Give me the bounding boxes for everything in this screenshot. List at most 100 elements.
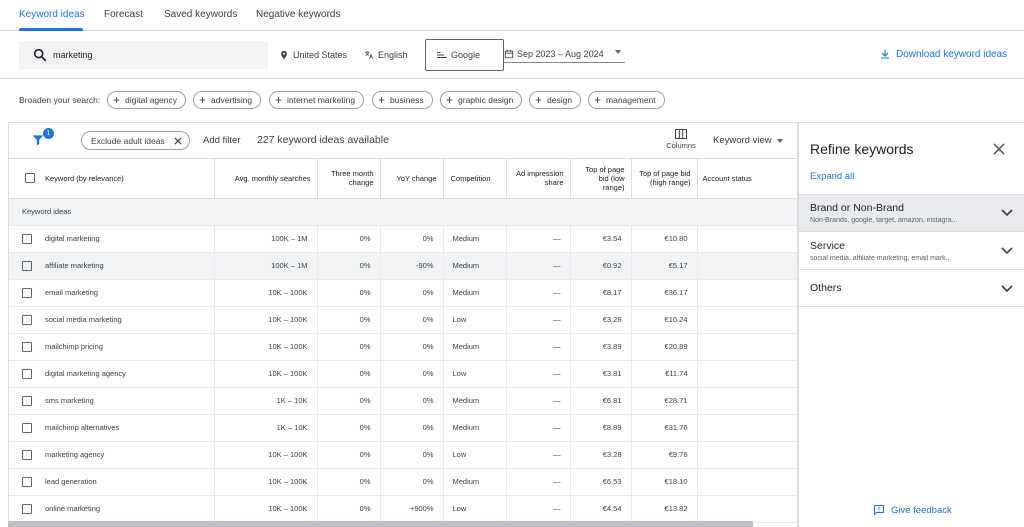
tab-negative-keywords[interactable]: Negative keywords	[256, 9, 340, 20]
row-checkbox-cell[interactable]	[9, 333, 37, 361]
chip-label: design	[547, 95, 573, 105]
chevron-down-icon	[1001, 247, 1013, 255]
header-ad-impression-share[interactable]: Ad impression share	[506, 159, 571, 199]
chevron-down-icon	[776, 138, 783, 143]
bid-low-cell: €6.53	[570, 468, 632, 496]
table-row[interactable]: email marketing 10K – 100K 0% 0% Medium — €8.1…	[9, 279, 797, 307]
refine-section-service[interactable]: Service social media, affiliate marketin…	[799, 231, 1024, 269]
row-checkbox[interactable]	[22, 314, 32, 325]
row-checkbox-cell[interactable]	[9, 279, 37, 307]
table-row[interactable]: online marketing 10K – 100K 0% +900% Low — €4.…	[9, 495, 797, 523]
table-row[interactable]: digital marketing agency 10K – 100K 0% 0% Lo…	[9, 360, 797, 388]
row-checkbox-cell[interactable]	[9, 252, 37, 280]
keyword-cell: mailchimp pricing	[37, 333, 215, 361]
row-checkbox-cell[interactable]	[9, 306, 37, 334]
plus-icon: +	[446, 93, 454, 107]
give-feedback-button[interactable]: Give feedback	[873, 504, 952, 516]
bid-low-cell: €6.81	[570, 387, 632, 415]
refine-section-brand[interactable]: Brand or Non-Brand Non-Brands, google, t…	[799, 194, 1024, 231]
refine-section-others[interactable]: Others	[799, 269, 1024, 307]
header-avg-monthly-searches[interactable]: Avg. monthly searches	[214, 159, 318, 199]
row-checkbox[interactable]	[22, 476, 32, 487]
chip-label: management	[606, 95, 656, 105]
exclude-adult-ideas-chip[interactable]: Exclude adult ideas	[81, 131, 190, 150]
row-checkbox-cell[interactable]	[9, 225, 37, 253]
table-row[interactable]: social media marketing 10K – 100K 0% 0% Low —…	[9, 306, 797, 334]
bid-low-cell: €8.17	[570, 279, 632, 307]
keyword-cell: marketing agency	[37, 441, 215, 469]
horizontal-scrollbar[interactable]	[8, 521, 753, 527]
header-competition[interactable]: Competition	[443, 159, 507, 199]
row-checkbox[interactable]	[22, 233, 32, 244]
columns-label: Columns	[666, 141, 696, 150]
row-checkbox[interactable]	[22, 395, 32, 406]
location-selector[interactable]: United States	[279, 50, 347, 60]
ad-impression-share-cell: —	[506, 279, 571, 307]
network-selector[interactable]: Google	[425, 39, 504, 71]
date-range-selector[interactable]: Sep 2023 – Aug 2024	[504, 45, 625, 63]
tab-saved-keywords[interactable]: Saved keywords	[164, 9, 237, 20]
yoy-change-cell: 0%	[380, 279, 444, 307]
row-checkbox[interactable]	[22, 368, 32, 379]
search-box[interactable]	[19, 41, 268, 69]
avg-searches-cell: 10K – 100K	[214, 306, 318, 334]
row-checkbox-cell[interactable]	[9, 441, 37, 469]
keyword-view-selector[interactable]: Keyword view	[713, 135, 783, 146]
plus-icon: +	[275, 93, 283, 107]
row-checkbox-cell[interactable]	[9, 360, 37, 388]
close-icon[interactable]	[174, 136, 182, 145]
table-row[interactable]: marketing agency 10K – 100K 0% 0% Low — €3.28 €…	[9, 441, 797, 469]
broaden-chip[interactable]: + business	[372, 91, 433, 109]
tab-forecast[interactable]: Forecast	[104, 9, 143, 20]
broaden-chip[interactable]: + digital agency	[107, 91, 186, 109]
download-keyword-ideas-button[interactable]: Download keyword ideas	[879, 48, 1007, 60]
header-three-month-change[interactable]: Three month change	[317, 159, 381, 199]
broaden-chip[interactable]: + management	[588, 91, 665, 109]
ad-impression-share-cell: —	[506, 387, 571, 415]
table-row[interactable]: lead generation 10K – 100K 0% 0% Medium — €6.5…	[9, 468, 797, 496]
add-filter-button[interactable]: Add filter	[203, 135, 241, 146]
broaden-chip[interactable]: + internet marketing	[269, 91, 365, 109]
header-yoy-change[interactable]: YoY change	[380, 159, 444, 199]
avg-searches-cell: 10K – 100K	[214, 333, 318, 361]
three-month-change-cell: 0%	[317, 333, 381, 361]
broaden-chip[interactable]: + design	[529, 91, 582, 109]
row-checkbox[interactable]	[22, 503, 32, 514]
competition-cell: Medium	[443, 414, 507, 442]
row-checkbox-cell[interactable]	[9, 414, 37, 442]
row-checkbox-cell[interactable]	[9, 468, 37, 496]
row-checkbox[interactable]	[22, 422, 32, 433]
bid-high-cell: €10.80	[631, 225, 698, 253]
table-row[interactable]: mailchimp pricing 10K – 100K 0% 0% Medium — €3…	[9, 333, 797, 361]
select-all-checkbox-cell[interactable]	[9, 159, 37, 199]
row-checkbox[interactable]	[22, 449, 32, 460]
select-all-checkbox[interactable]	[24, 173, 35, 184]
three-month-change-cell: 0%	[317, 279, 381, 307]
row-checkbox-cell[interactable]	[9, 495, 37, 523]
broaden-chip[interactable]: + graphic design	[440, 91, 523, 109]
account-status-cell	[697, 306, 797, 334]
avg-searches-cell: 1K – 10K	[214, 414, 318, 442]
table-row[interactable]: digital marketing 100K – 1M 0% 0% Medium — €3.…	[9, 225, 797, 253]
row-checkbox[interactable]	[22, 287, 32, 298]
row-checkbox[interactable]	[22, 260, 32, 271]
columns-button[interactable]: Columns	[663, 129, 699, 150]
table-row[interactable]: sms marketing 1K – 10K 0% 0% Medium — €6.81 €28…	[9, 387, 797, 415]
table-row[interactable]: mailchimp alternatives 1K – 10K 0% 0% Medium…	[9, 414, 797, 442]
header-bid-high[interactable]: Top of page bid (high range)	[631, 159, 698, 199]
tab-keyword-ideas[interactable]: Keyword ideas	[19, 9, 85, 20]
search-input[interactable]	[53, 47, 253, 63]
expand-all-link[interactable]: Expand all	[810, 171, 854, 182]
header-account-status[interactable]: Account status	[697, 159, 797, 199]
yoy-change-cell: 0%	[380, 414, 444, 442]
close-icon[interactable]	[992, 142, 1006, 156]
row-checkbox-cell[interactable]	[9, 387, 37, 415]
language-selector[interactable]: English	[364, 50, 408, 60]
row-checkbox[interactable]	[22, 341, 32, 352]
keyword-table-panel: 1 Exclude adult ideas Add filter 227 key…	[8, 122, 798, 527]
broaden-chip[interactable]: + advertising	[193, 91, 262, 109]
three-month-change-cell: 0%	[317, 468, 381, 496]
header-bid-low[interactable]: Top of page bid (low range)	[570, 159, 632, 199]
table-row[interactable]: affiliate marketing 100K – 1M 0% -90% Medium…	[9, 252, 797, 280]
header-keyword[interactable]: Keyword (by relevance)	[37, 159, 215, 199]
